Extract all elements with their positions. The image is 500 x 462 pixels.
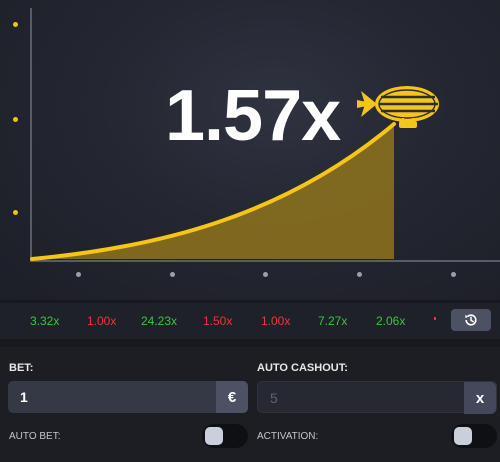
bet-label: BET: [9,362,34,374]
history-overflow-marker [434,317,436,320]
history-item: 7.27x [318,314,348,328]
bet-controls-panel: BET: AUTO CASHOUT: 1 € 5 x AUTO BET: ACT… [0,347,500,462]
history-item: 1.00x [87,314,117,328]
auto-bet-label: AUTO BET: [9,431,61,442]
game-area: 1.57x [0,0,500,300]
history-item: 1.00x [261,314,291,328]
history-clock-icon [465,314,477,326]
toggle-knob [454,427,472,445]
bet-amount-value[interactable]: 1 [20,389,28,405]
auto-bet-toggle[interactable] [202,424,248,448]
auto-cashout-field[interactable]: 5 x [257,381,497,414]
auto-cashout-placeholder[interactable]: 5 [270,390,278,406]
current-multiplier: 1.57x [165,76,341,156]
activation-toggle[interactable] [451,424,497,448]
history-button[interactable] [451,309,491,331]
history-item: 2.06x [376,314,406,328]
bet-amount-field[interactable]: 1 € [8,381,248,413]
history-item: 3.32x [30,314,60,328]
blimp-icon [357,86,439,128]
activation-label: ACTIVATION: [257,431,319,442]
history-item: 1.50x [203,314,233,328]
multiplier-suffix: x [464,382,496,414]
toggle-knob [205,427,223,445]
currency-button[interactable]: € [216,381,248,413]
auto-cashout-label: AUTO CASHOUT: [257,362,348,374]
multiplier-history-bar: 3.32x 1.00x 24.23x 1.50x 1.00x 7.27x 2.0… [0,303,500,339]
history-item: 24.23x [141,314,178,328]
